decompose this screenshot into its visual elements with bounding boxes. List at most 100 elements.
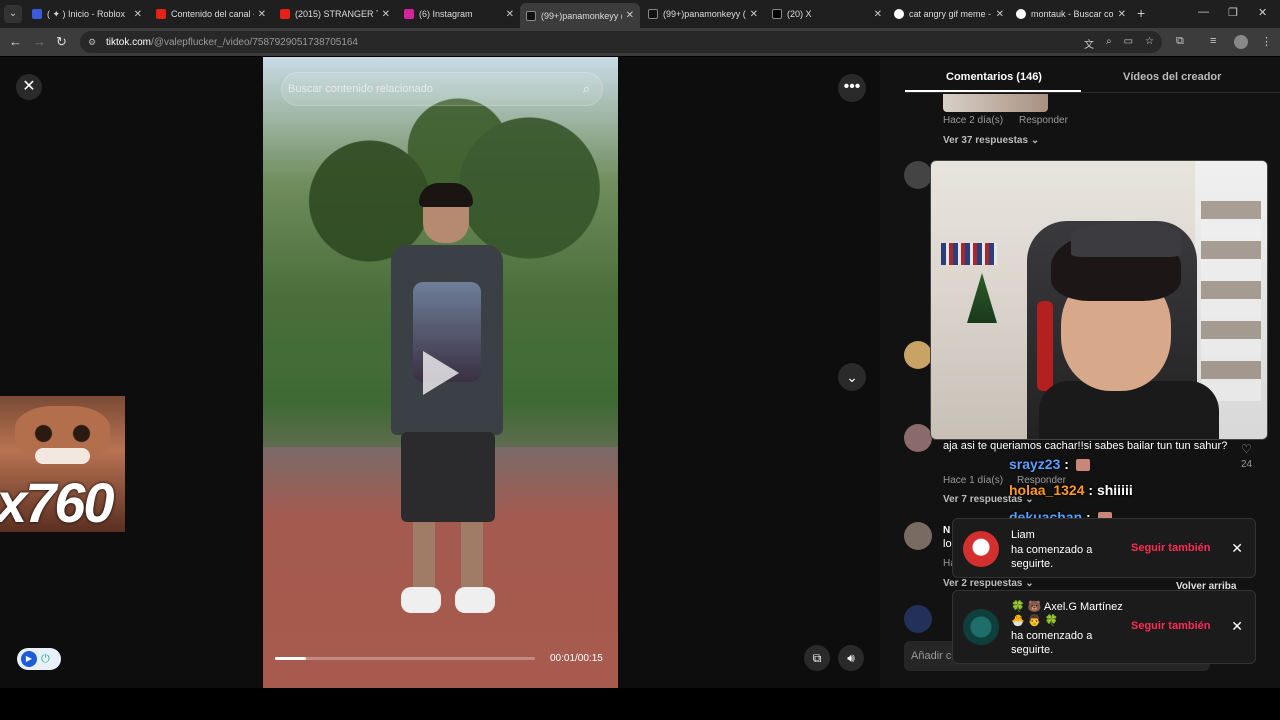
power-icon: ⏻	[41, 652, 50, 665]
notification-text: ha comenzado a seguirte.	[1011, 630, 1093, 656]
translate-icon[interactable]: 文	[1084, 36, 1094, 51]
close-tab-icon[interactable]: ✕	[626, 10, 634, 21]
forward-icon[interactable]: →	[33, 34, 46, 49]
view-replies-link[interactable]: Ver 2 respuestas ⌄	[943, 578, 1034, 589]
restore-icon[interactable]: ❐	[1228, 6, 1238, 19]
video-player[interactable]: Buscar contenido relacionado ⌕ 00:01/00:…	[263, 57, 618, 688]
chat-username: holaa_1324	[1009, 482, 1085, 498]
zoom-icon[interactable]: ⌕	[1106, 36, 1112, 51]
profile-avatar[interactable]	[1234, 35, 1248, 49]
notification-name: 🍀 🐻 Axel.G Martínez🐣 👨 🍀	[1011, 601, 1123, 627]
new-tab-icon[interactable]: +	[1137, 5, 1145, 21]
pip-icon: ⧉	[812, 651, 822, 665]
close-video-button[interactable]: ✕	[16, 74, 42, 100]
x-favicon-icon	[772, 9, 782, 19]
window-close-icon[interactable]: ✕	[1258, 6, 1267, 19]
browser-tab[interactable]: ( ✦ ) Inicio - Roblox ✕	[26, 3, 148, 25]
next-video-button[interactable]: ⌄	[838, 363, 866, 391]
avatar[interactable]	[904, 522, 932, 550]
tab-creator-videos[interactable]: Vídeos del creador	[1123, 71, 1221, 83]
active-tab-indicator	[905, 90, 1081, 92]
chat-message: srayz23 :	[1009, 456, 1090, 472]
like-count: 24	[1241, 459, 1253, 470]
bookmark-star-icon[interactable]: ☆	[1145, 36, 1154, 51]
close-tab-icon[interactable]: ✕	[750, 9, 758, 20]
close-tab-icon[interactable]: ✕	[506, 9, 514, 20]
roblox-favicon-icon	[32, 9, 42, 19]
browser-tabstrip: ⌄ ( ✦ ) Inicio - Roblox ✕ Contenido del …	[0, 0, 1280, 28]
close-icon: ✕	[22, 78, 36, 95]
extension-play-icon: ▶	[21, 651, 37, 667]
browser-tab[interactable]: (99+)panamonkeyy ( ✕	[642, 3, 764, 25]
browser-tab[interactable]: (2015) STRANGER TH ✕	[274, 3, 396, 25]
follow-back-button[interactable]: Seguir también	[1131, 542, 1210, 554]
meme-overlay-image: x760	[0, 396, 125, 534]
meme-counter: x760	[0, 471, 115, 534]
more-options-button[interactable]: •••	[838, 74, 866, 102]
comment-image[interactable]	[943, 94, 1048, 112]
chat-message: holaa_1324 : shiiiii	[1009, 482, 1133, 498]
video-progress-fill	[275, 657, 307, 660]
browser-tab[interactable]: montauk - Buscar co ✕	[1010, 3, 1132, 25]
picture-in-picture-button[interactable]: ⧉	[804, 645, 830, 671]
like-heart-icon[interactable]: ♡	[1241, 442, 1252, 456]
follow-notification: 🍀 🐻 Axel.G Martínez🐣 👨 🍀 ha comenzado a …	[952, 590, 1256, 664]
browser-toolbar: ← → ↻ ⚙ tiktok.com/@valepflucker_/video/…	[0, 28, 1280, 56]
avatar[interactable]	[904, 605, 932, 633]
webcam-overlay	[930, 160, 1268, 440]
instagram-favicon-icon	[404, 9, 414, 19]
volume-button[interactable]: 🔊︎	[838, 645, 864, 671]
follow-back-button[interactable]: Seguir también	[1131, 620, 1210, 632]
browser-tab[interactable]: Contenido del canal - ✕	[150, 3, 272, 25]
comment-text: lo	[943, 538, 952, 550]
browser-menu-icon[interactable]: ⋮	[1261, 35, 1272, 48]
tab-search-icon[interactable]: ⌄	[4, 5, 22, 23]
browser-tab-active[interactable]: (99+)panamonkeyy ( ✕	[520, 3, 640, 28]
extension-widget[interactable]: ▶ ⏻	[17, 648, 61, 670]
avatar[interactable]	[963, 609, 999, 645]
chat-username: srayz23	[1009, 456, 1061, 472]
cast-icon[interactable]: ▭	[1124, 36, 1133, 51]
minimize-icon[interactable]: —	[1198, 6, 1209, 18]
close-tab-icon[interactable]: ✕	[874, 9, 882, 20]
google-favicon-icon	[894, 9, 904, 19]
close-icon[interactable]: ✕	[1231, 540, 1243, 557]
close-tab-icon[interactable]: ✕	[258, 9, 266, 20]
comment-username[interactable]: N	[943, 523, 950, 538]
browser-tab[interactable]: (20) X ✕	[766, 3, 888, 25]
chat-sticker-icon	[1075, 459, 1090, 472]
comment-time: Hace 1 día(s)	[943, 475, 1004, 486]
avatar[interactable]	[963, 531, 999, 567]
speaker-icon: 🔊︎	[847, 651, 855, 665]
address-bar[interactable]: ⚙ tiktok.com/@valepflucker_/video/758792…	[80, 31, 1162, 53]
extensions-icon[interactable]: ⧉	[1176, 35, 1184, 48]
play-icon[interactable]	[423, 351, 459, 395]
youtube-favicon-icon	[280, 9, 290, 19]
related-search-input[interactable]: Buscar contenido relacionado ⌕	[281, 72, 603, 106]
reload-icon[interactable]: ↻	[56, 34, 67, 50]
video-person	[383, 183, 513, 627]
avatar[interactable]	[904, 424, 932, 452]
view-replies-link[interactable]: Ver 37 respuestas ⌄	[943, 135, 1039, 146]
site-info-icon[interactable]: ⚙	[88, 37, 96, 48]
tiktok-favicon-icon	[648, 9, 658, 19]
avatar[interactable]	[904, 341, 932, 369]
search-icon[interactable]: ⌕	[583, 81, 590, 97]
close-tab-icon[interactable]: ✕	[382, 9, 390, 20]
comment-time: Hace 2 día(s)	[943, 115, 1004, 126]
media-control-icon[interactable]: ≡	[1210, 35, 1216, 47]
browser-tab[interactable]: cat angry gif meme - ✕	[888, 3, 1010, 25]
back-icon[interactable]: ←	[9, 34, 22, 49]
video-progress-bar[interactable]	[275, 657, 535, 660]
browser-tab[interactable]: (6) Instagram ✕	[398, 3, 520, 25]
tab-comments[interactable]: Comentarios (146)	[946, 71, 1042, 83]
avatar[interactable]	[904, 161, 932, 189]
notification-name: Liam	[1011, 529, 1035, 541]
close-tab-icon[interactable]: ✕	[996, 9, 1004, 20]
reply-link[interactable]: Responder	[1019, 115, 1068, 126]
video-timecode: 00:01/00:15	[550, 653, 603, 664]
chevron-down-icon: ⌄	[846, 369, 858, 385]
close-icon[interactable]: ✕	[1231, 618, 1243, 635]
close-tab-icon[interactable]: ✕	[1118, 9, 1126, 20]
close-tab-icon[interactable]: ✕	[134, 9, 142, 20]
